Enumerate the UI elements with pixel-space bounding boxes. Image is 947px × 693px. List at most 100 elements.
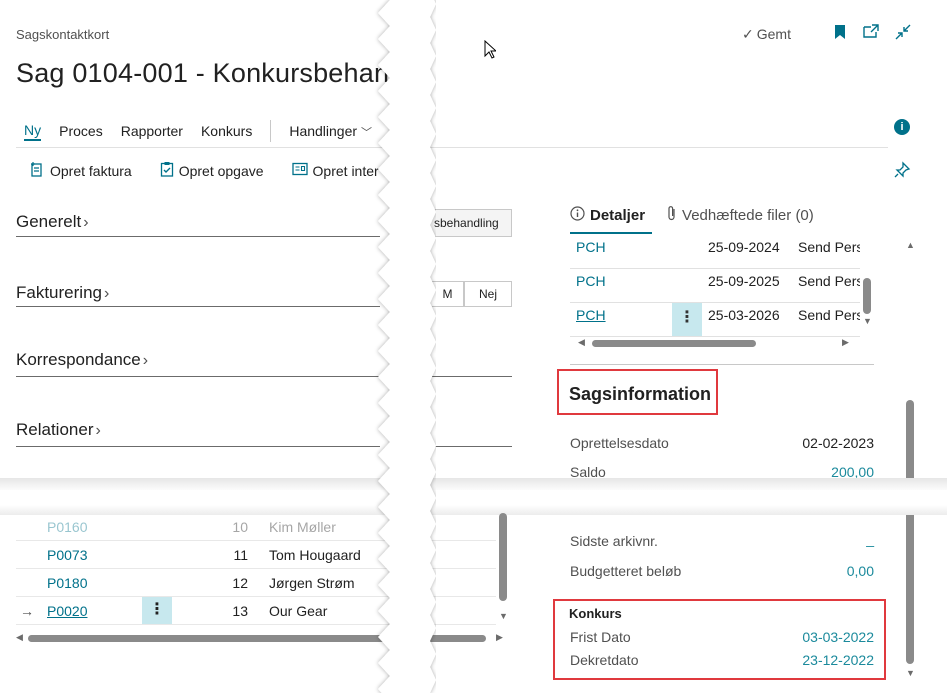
grid-cell: Nej [464,281,512,307]
fasttab-relations[interactable]: Relationer › [16,420,101,440]
row-date: 25-03-2026 [708,307,780,323]
info-icon[interactable]: i [894,119,910,135]
torn-strip-fill [390,0,430,693]
tab-details[interactable]: Detaljer [570,205,645,225]
list-name: Our Gear [269,603,328,619]
table-row[interactable]: PCH ⋮ 25-03-2026 Send Pers [570,303,860,337]
scrollbar-thumb[interactable] [906,400,914,664]
factbox-main-scrollbar[interactable]: ▲ ▼ [906,240,915,680]
fasttab-general-label: Generelt [16,212,82,231]
create-task-label: Opret opgave [178,162,264,179]
bookmark-icon[interactable] [830,24,850,44]
list-code[interactable]: P0020 [47,603,87,619]
create-invoice-label: Opret faktura [50,162,132,179]
list-name: Kim Møller [269,519,336,535]
scroll-right-icon[interactable]: ▶ [842,337,849,348]
row-code[interactable]: PCH [576,307,606,323]
scroll-left-icon[interactable]: ◀ [578,337,585,348]
menu-actions[interactable]: Handlinger ﹀ [289,123,372,140]
pin-icon[interactable] [893,161,911,184]
create-internal-button[interactable]: Opret inter [291,162,379,179]
create-internal-label: Opret inter [312,162,379,179]
deadline-label: Frist Dato [570,629,631,645]
row-action: Send Pers [798,239,860,255]
internal-note-icon [291,162,308,179]
fasttab-invoicing-label: Fakturering [16,283,102,302]
fasttab-general[interactable]: Generelt › [16,212,89,232]
create-task-button[interactable]: Opret opgave [160,161,264,180]
row-actions-button[interactable]: ⋮ [142,597,172,624]
tab-attachments[interactable]: Vedhæftede filer (0) [667,205,814,225]
scroll-right-icon[interactable]: ▶ [496,632,503,643]
list-number: 10 [232,519,248,535]
list-number: 12 [232,575,248,591]
scroll-down-icon[interactable]: ▼ [863,316,872,326]
scroll-down-icon[interactable]: ▼ [906,668,915,678]
section-divider [570,364,874,365]
create-invoice-button[interactable]: Opret faktura [30,161,132,180]
list-name: Tom Hougaard [269,547,361,563]
last-archive-label: Sidste arkivnr. [570,533,658,549]
scrollbar-thumb[interactable] [592,340,756,347]
row-actions-button[interactable]: ⋮ [672,303,702,336]
collapse-icon[interactable] [893,24,913,44]
fasttab-invoicing[interactable]: Fakturering › [16,283,109,303]
created-date-value: 02-02-2023 [802,435,874,451]
list-code[interactable]: P0073 [47,547,87,563]
saved-label: Gemt [756,26,791,42]
menu-bankruptcy[interactable]: Konkurs [201,123,252,139]
fasttab-divider [432,446,512,447]
budget-value[interactable]: 0,00 [847,563,874,579]
row-action: Send Pers [798,273,860,289]
chevron-right-icon: › [103,285,110,302]
list-name: Jørgen Strøm [269,575,355,591]
case-type-tag: sbehandling [432,209,512,237]
row-action: Send Pers [798,307,860,323]
row-code[interactable]: PCH [576,273,606,289]
table-row[interactable]: PCH 25-09-2025 Send Pers [570,269,860,303]
fasttab-divider [16,236,380,237]
created-date-label: Oprettelsesdato [570,435,669,451]
menu-divider-line [16,147,888,148]
fasttab-relations-label: Relationer [16,420,94,439]
grid-cell: M [432,281,464,307]
row-date: 25-09-2024 [708,239,780,255]
list-code[interactable]: P0180 [47,575,87,591]
mouse-cursor-icon [484,39,498,65]
menu-actions-label: Handlinger [289,122,358,139]
paperclip-icon [667,205,677,225]
check-icon: ✓ [742,26,754,42]
fasttab-divider [432,376,512,377]
menu-process[interactable]: Proces [59,123,103,139]
factbox-vertical-scrollbar[interactable]: ▼ [863,240,872,326]
menu-new[interactable]: Ny [24,122,42,141]
factbox-horizontal-scrollbar[interactable]: ◀ ▶ [578,337,850,348]
row-code[interactable]: PCH [576,239,606,255]
deadline-value[interactable]: 03-03-2022 [802,629,874,645]
scrollbar-thumb[interactable] [863,278,871,314]
last-archive-value[interactable]: _ [866,531,874,547]
info-circle-icon [570,205,585,225]
fasttab-correspondence-label: Korrespondance [16,350,141,369]
fasttab-correspondence[interactable]: Korrespondance › [16,350,148,370]
open-new-window-icon[interactable] [861,24,881,44]
scrollbar-thumb[interactable] [499,513,507,601]
table-row[interactable]: PCH 25-09-2024 Send Pers [570,235,860,269]
list-vertical-scrollbar[interactable]: ▼ [499,513,508,623]
scroll-left-icon[interactable]: ◀ [16,632,23,643]
factbox-tabs: Detaljer Vedhæftede filer (0) [570,205,836,225]
chevron-down-icon: ﹀ [361,126,373,139]
tab-attachments-label: Vedhæftede filer (0) [682,206,814,224]
list-number: 11 [233,547,248,563]
list-number: 13 [232,603,248,619]
case-info-title: Sagsinformation [569,384,712,404]
list-code[interactable]: P0160 [47,519,87,535]
scroll-down-icon[interactable]: ▼ [499,611,508,621]
page-type-caption: Sagskontaktkort [16,27,110,42]
action-menu-bar: Ny Proces Rapporter Konkurs Handlinger ﹀ [24,120,390,142]
saved-status: ✓ Gemt [742,26,791,43]
page-title: Sag 0104-001 - Konkursbehan [16,58,390,88]
menu-reports[interactable]: Rapporter [121,123,183,139]
scroll-up-icon[interactable]: ▲ [906,240,915,250]
decree-date-value[interactable]: 23-12-2022 [802,652,874,668]
